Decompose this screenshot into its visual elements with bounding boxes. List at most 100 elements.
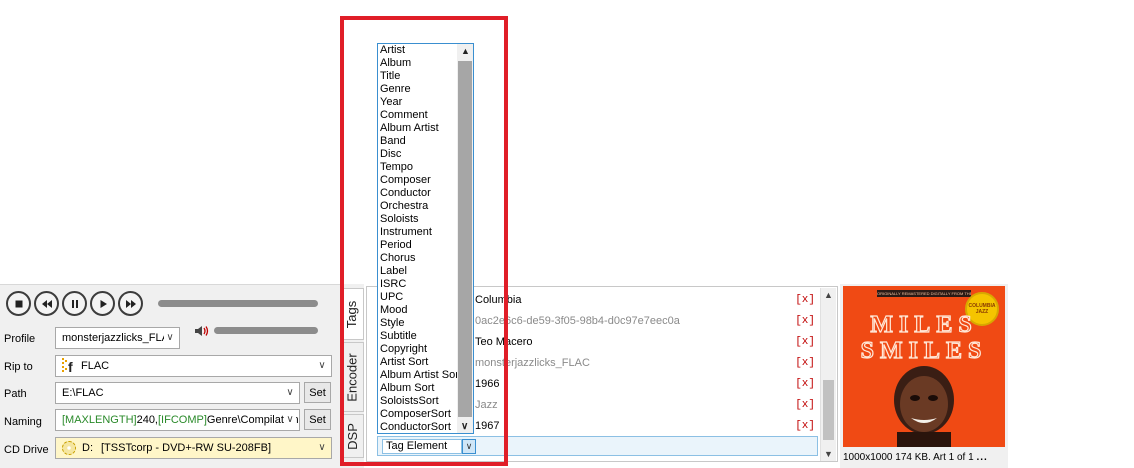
list-item[interactable]: Style — [380, 317, 459, 330]
cddrive-label: CD Drive — [4, 444, 49, 456]
tab-tags[interactable]: Tags — [340, 288, 364, 340]
list-item[interactable]: ComposerSort — [380, 408, 459, 421]
list-item[interactable]: Subtitle — [380, 330, 459, 343]
tag-row[interactable]: 0ac2e6c6-de59-3f05-98b4-d0c97e7eec0a [x] — [475, 310, 815, 331]
scroll-thumb[interactable] — [458, 61, 472, 417]
list-item[interactable]: Album — [380, 57, 459, 70]
chevron-down-icon: ∨ — [284, 413, 296, 427]
tag-value[interactable]: 0ac2e6c6-de59-3f05-98b4-d0c97e7eec0a — [475, 315, 789, 327]
list-item[interactable]: Chorus — [380, 252, 459, 265]
list-item[interactable]: Instrument — [380, 226, 459, 239]
more-options-button[interactable]: ... — [976, 452, 987, 463]
scroll-thumb[interactable] — [823, 380, 834, 440]
tag-value[interactable]: Columbia — [475, 294, 789, 306]
list-item[interactable]: Label — [380, 265, 459, 278]
album-art-info: 1000x1000 174 KB. Art 1 of 1 ... — [843, 452, 988, 463]
list-item[interactable]: Mood — [380, 304, 459, 317]
list-item[interactable]: ConductorSort — [380, 421, 459, 433]
ripto-dropdown[interactable]: f FLAC ∨ — [55, 355, 332, 377]
list-item[interactable]: Orchestra — [380, 200, 459, 213]
tag-list-scrollbar[interactable]: ▲ ∨ — [457, 44, 473, 433]
stop-button[interactable] — [6, 291, 31, 316]
tag-row[interactable]: Teo Macero [x] — [475, 331, 815, 352]
scroll-up-icon[interactable]: ▲ — [461, 46, 470, 56]
tag-element-input[interactable]: Tag Element — [382, 439, 462, 454]
path-value: E:\FLAC — [62, 387, 104, 399]
portrait-photo-icon — [894, 366, 954, 447]
album-cover[interactable]: ORIGINALLY REMASTERED DIGITALLY FROM THE… — [843, 286, 1005, 447]
tag-value[interactable]: 1967 — [475, 420, 789, 432]
ripto-label: Rip to — [4, 361, 33, 373]
list-item[interactable]: Artist Sort — [380, 356, 459, 369]
tag-element-list[interactable]: Artist Album Title Genre Year Comment Al… — [377, 43, 474, 434]
tag-row[interactable]: monsterjazzlicks_FLAC [x] — [475, 352, 815, 373]
cddrive-value: [TSSTcorp - DVD+-RW SU-208FB] — [101, 442, 272, 454]
list-item[interactable]: Album Artist — [380, 122, 459, 135]
list-item[interactable]: Tempo — [380, 161, 459, 174]
list-item[interactable]: Comment — [380, 109, 459, 122]
remove-tag-button[interactable]: [x] — [789, 336, 815, 348]
tag-row[interactable]: Columbia [x] — [475, 289, 815, 310]
list-item[interactable]: SoloistsSort — [380, 395, 459, 408]
cover-title-line2: SMILES — [860, 337, 988, 364]
tags-scrollbar[interactable]: ▲ ▼ — [820, 288, 836, 461]
pause-button[interactable] — [62, 291, 87, 316]
tag-row[interactable]: 1966 [x] — [475, 373, 815, 394]
naming-maxlength: [MAXLENGTH] — [62, 414, 137, 426]
control-panel: Profile monsterjazzlicks_FLA ∨ Rip to f … — [0, 284, 340, 468]
tab-dsp-label: DSP — [344, 422, 360, 450]
list-item[interactable]: ISRC — [380, 278, 459, 291]
list-item[interactable]: Soloists — [380, 213, 459, 226]
tag-element-combo[interactable]: Tag Element ∨ — [377, 436, 818, 456]
naming-label: Naming — [4, 416, 42, 428]
tab-dsp[interactable]: DSP — [340, 414, 364, 458]
tag-value[interactable]: monsterjazzlicks_FLAC — [475, 357, 789, 369]
scroll-down-icon[interactable]: ∨ — [461, 421, 468, 432]
tag-row[interactable]: 1967 [x] — [475, 415, 815, 436]
list-item[interactable]: Band — [380, 135, 459, 148]
remove-tag-button[interactable]: [x] — [789, 357, 815, 369]
path-set-button[interactable]: Set — [304, 382, 331, 403]
list-item[interactable]: Title — [380, 70, 459, 83]
remove-tag-button[interactable]: [x] — [789, 378, 815, 390]
remove-tag-button[interactable]: [x] — [789, 315, 815, 327]
tag-value[interactable]: Teo Macero — [475, 336, 789, 348]
tab-encoder[interactable]: Encoder — [340, 342, 364, 412]
cddrive-dropdown[interactable]: D: [TSSTcorp - DVD+-RW SU-208FB] ∨ — [55, 437, 332, 459]
list-item[interactable]: Artist — [380, 44, 459, 57]
list-item[interactable]: Copyright — [380, 343, 459, 356]
list-item[interactable]: Year — [380, 96, 459, 109]
tag-row[interactable]: Jazz [x] — [475, 394, 815, 415]
list-item[interactable]: Conductor — [380, 187, 459, 200]
tab-encoder-label: Encoder — [344, 352, 360, 402]
naming-set-button[interactable]: Set — [304, 409, 331, 430]
list-item[interactable]: Genre — [380, 83, 459, 96]
profile-value: monsterjazzlicks_FLA — [62, 332, 169, 344]
remove-tag-button[interactable]: [x] — [789, 294, 815, 306]
chevron-down-icon[interactable]: ∨ — [462, 439, 476, 454]
profile-label: Profile — [4, 333, 36, 345]
tag-value[interactable]: 1966 — [475, 378, 789, 390]
profile-dropdown[interactable]: monsterjazzlicks_FLA ∨ — [55, 327, 180, 349]
list-item[interactable]: Composer — [380, 174, 459, 187]
tag-element-options: Artist Album Title Genre Year Comment Al… — [380, 44, 459, 433]
next-button[interactable] — [118, 291, 143, 316]
list-item[interactable]: Disc — [380, 148, 459, 161]
scroll-down-icon[interactable]: ▼ — [824, 449, 833, 459]
list-item[interactable]: Album Artist Sort — [380, 369, 459, 382]
play-button[interactable] — [90, 291, 115, 316]
album-art-panel: ORIGINALLY REMASTERED DIGITALLY FROM THE… — [840, 284, 1008, 468]
tag-value[interactable]: Jazz — [475, 399, 789, 411]
seek-slider[interactable] — [158, 300, 318, 307]
naming-dropdown[interactable]: [MAXLENGTH] 240, [IFCOMP] Genre\Compilat… — [55, 409, 300, 431]
list-item[interactable]: Album Sort — [380, 382, 459, 395]
previous-button[interactable] — [34, 291, 59, 316]
remove-tag-button[interactable]: [x] — [789, 420, 815, 432]
scroll-up-icon[interactable]: ▲ — [824, 290, 833, 300]
list-item[interactable]: UPC — [380, 291, 459, 304]
naming-ifcomp: [IFCOMP] — [158, 414, 207, 426]
list-item[interactable]: Period — [380, 239, 459, 252]
path-dropdown[interactable]: E:\FLAC ∨ — [55, 382, 300, 404]
volume-slider[interactable] — [214, 327, 318, 334]
remove-tag-button[interactable]: [x] — [789, 399, 815, 411]
